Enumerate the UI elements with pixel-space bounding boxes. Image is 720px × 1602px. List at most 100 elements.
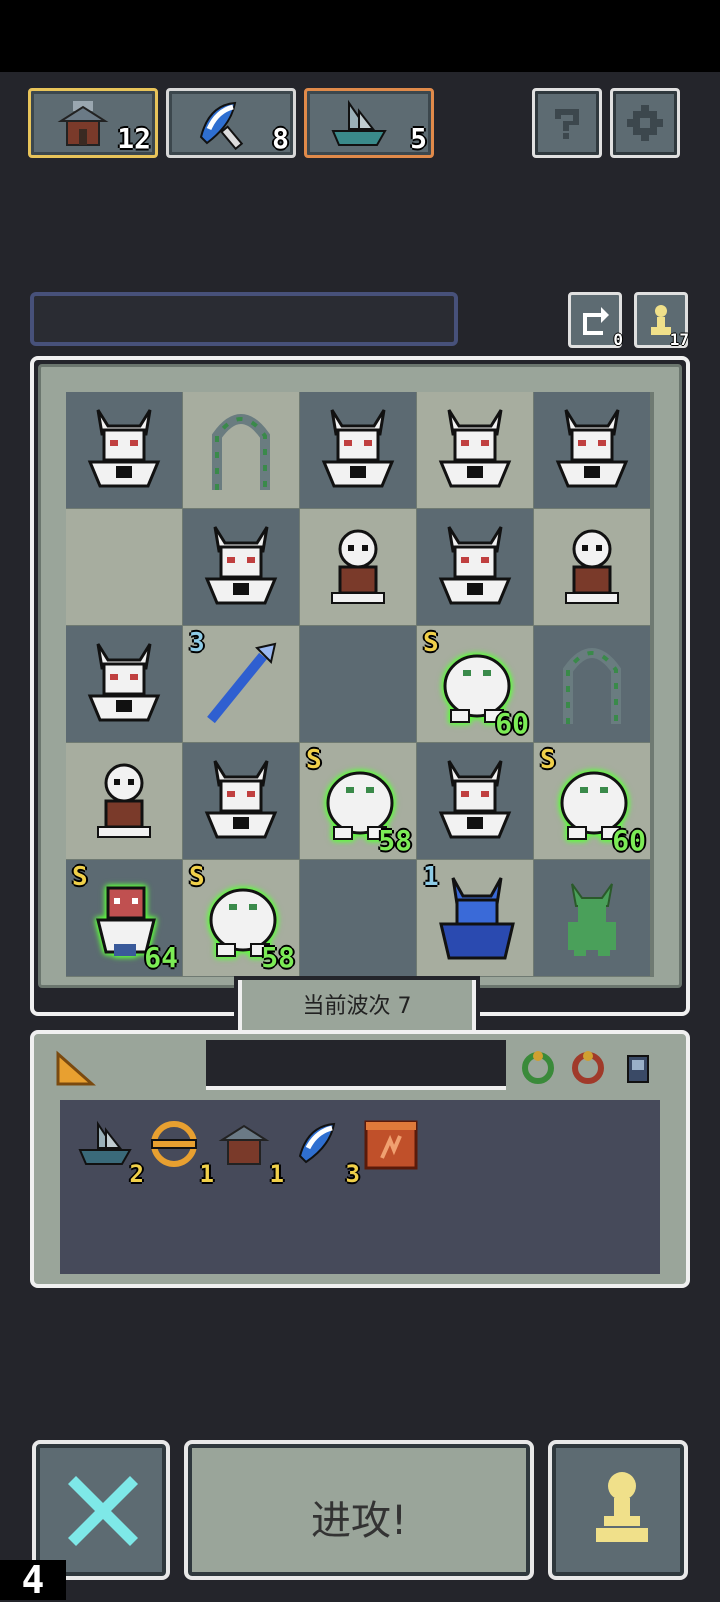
- board-cell-empty[interactable]: [66, 509, 182, 625]
- pawn-count: 17: [669, 330, 689, 349]
- red-ring-icon[interactable]: [570, 1050, 606, 1086]
- vine-arch-icon: [212, 414, 270, 490]
- board-cell-demon-warrior[interactable]: [66, 626, 182, 742]
- resource-slot-ship[interactable]: 5: [304, 88, 434, 158]
- unit-rank: S: [72, 862, 88, 892]
- resource-count: 8: [272, 122, 289, 155]
- blue-spear-icon: [207, 642, 277, 724]
- inventory-tab[interactable]: [40, 1040, 206, 1100]
- inventory-filters: [512, 1040, 676, 1094]
- board-cell-blue-demon[interactable]: 1: [417, 860, 533, 976]
- settings-button[interactable]: [610, 88, 680, 158]
- resource-slot-axe[interactable]: 8: [166, 88, 296, 158]
- board-cell-white-yeti[interactable]: S 60: [534, 743, 650, 859]
- name-bar: [30, 292, 458, 346]
- close-icon: [68, 1476, 138, 1546]
- gear-icon: [627, 105, 663, 141]
- workshop-icon: [218, 1124, 270, 1165]
- board-cell-white-yeti[interactable]: S 58: [300, 743, 416, 859]
- axe-icon: [199, 101, 244, 151]
- shield-ring-icon: [151, 1121, 197, 1167]
- axe-icon: [298, 1122, 336, 1164]
- unit-rank: 1: [423, 862, 439, 892]
- unit-grid: 3 S 60 S 58 S 60 S 64 S 58 1: [66, 392, 654, 977]
- board-cell-demon-warrior[interactable]: [183, 509, 299, 625]
- inventory-item-workshop[interactable]: 1: [218, 1118, 284, 1188]
- reroll-button[interactable]: 0: [568, 292, 623, 349]
- board-cell-demon-warrior[interactable]: [183, 743, 299, 859]
- unit-power: 60: [612, 824, 646, 857]
- status-bar: [0, 0, 720, 72]
- demon-warrior-icon: [87, 643, 161, 722]
- question-icon: [555, 109, 579, 139]
- board-cell-demon-warrior[interactable]: [534, 392, 650, 508]
- green-goblin-icon: [568, 883, 616, 956]
- inventory-item-axe[interactable]: 3: [294, 1118, 360, 1188]
- inventory-item-ship[interactable]: 2: [78, 1118, 144, 1188]
- board-cell-red-shaman[interactable]: S 64: [66, 860, 182, 976]
- attack-button[interactable]: 进攻!: [184, 1440, 534, 1580]
- board-cell-white-yeti[interactable]: S 58: [183, 860, 299, 976]
- demon-warrior-icon: [438, 760, 512, 839]
- ship-icon: [78, 1120, 132, 1165]
- old-goblin-icon: [97, 763, 151, 838]
- unit-power: 60: [495, 707, 529, 740]
- armor-icon[interactable]: [620, 1050, 656, 1086]
- board-cell-demon-warrior[interactable]: [66, 392, 182, 508]
- item-count: 1: [269, 1160, 284, 1188]
- pawn-counter-button[interactable]: 17: [634, 292, 689, 349]
- reroll-count: 0: [613, 330, 623, 349]
- green-ring-icon[interactable]: [520, 1050, 556, 1086]
- fire-scroll-icon: [364, 1120, 418, 1170]
- board-cell-old-goblin[interactable]: [534, 509, 650, 625]
- pawn-icon: [596, 1472, 648, 1542]
- old-goblin-icon: [565, 529, 619, 604]
- old-goblin-icon: [331, 529, 385, 604]
- help-button[interactable]: [532, 88, 602, 158]
- inventory-item-shield-ring[interactable]: 1: [148, 1118, 214, 1188]
- board-cell-old-goblin[interactable]: [300, 509, 416, 625]
- workshop-icon: [57, 101, 109, 146]
- unit-rank: 3: [189, 628, 205, 658]
- wave-label: 当前波次 7: [302, 994, 412, 1019]
- board-cell-vine-arch[interactable]: [534, 626, 650, 742]
- board-cell-white-yeti[interactable]: S 60: [417, 626, 533, 742]
- cancel-button[interactable]: [32, 1440, 170, 1580]
- demon-warrior-icon: [204, 526, 278, 605]
- unit-rank: S: [306, 745, 322, 775]
- board-cell-demon-warrior[interactable]: [417, 743, 533, 859]
- board-cell-demon-warrior[interactable]: [300, 392, 416, 508]
- attack-label: 进攻!: [310, 1498, 408, 1544]
- board-cell-demon-warrior[interactable]: [417, 392, 533, 508]
- summon-button[interactable]: [548, 1440, 688, 1580]
- inventory-tab-gap: [206, 1040, 506, 1090]
- board-cell-vine-arch[interactable]: [183, 392, 299, 508]
- board-cell-blue-spear[interactable]: 3: [183, 626, 299, 742]
- resource-count: 12: [117, 122, 151, 155]
- ship-icon: [331, 99, 387, 146]
- item-count: 1: [199, 1160, 214, 1188]
- blue-demon-icon: [439, 877, 515, 960]
- unit-power: 64: [144, 941, 178, 974]
- board-cell-empty[interactable]: [300, 626, 416, 742]
- vine-arch-icon: [563, 648, 621, 724]
- unit-power: 58: [378, 824, 412, 857]
- inventory-item-fire-scroll[interactable]: [364, 1118, 424, 1182]
- unit-rank: S: [189, 862, 205, 892]
- cheese-icon: [56, 1050, 96, 1086]
- level-indicator: 4: [0, 1560, 66, 1600]
- board-cell-old-goblin[interactable]: [66, 743, 182, 859]
- board-cell-demon-warrior[interactable]: [417, 509, 533, 625]
- unit-rank: S: [540, 745, 556, 775]
- demon-warrior-icon: [438, 526, 512, 605]
- resource-slot-workshop[interactable]: 12: [28, 88, 158, 158]
- item-count: 3: [345, 1160, 360, 1188]
- demon-warrior-icon: [555, 409, 629, 488]
- board-cell-empty[interactable]: [300, 860, 416, 976]
- unit-rank: S: [423, 628, 439, 658]
- demon-warrior-icon: [321, 409, 395, 488]
- unit-power: 58: [261, 941, 295, 974]
- reroll-icon: [583, 307, 609, 335]
- demon-warrior-icon: [87, 409, 161, 488]
- board-cell-green-goblin[interactable]: [534, 860, 650, 976]
